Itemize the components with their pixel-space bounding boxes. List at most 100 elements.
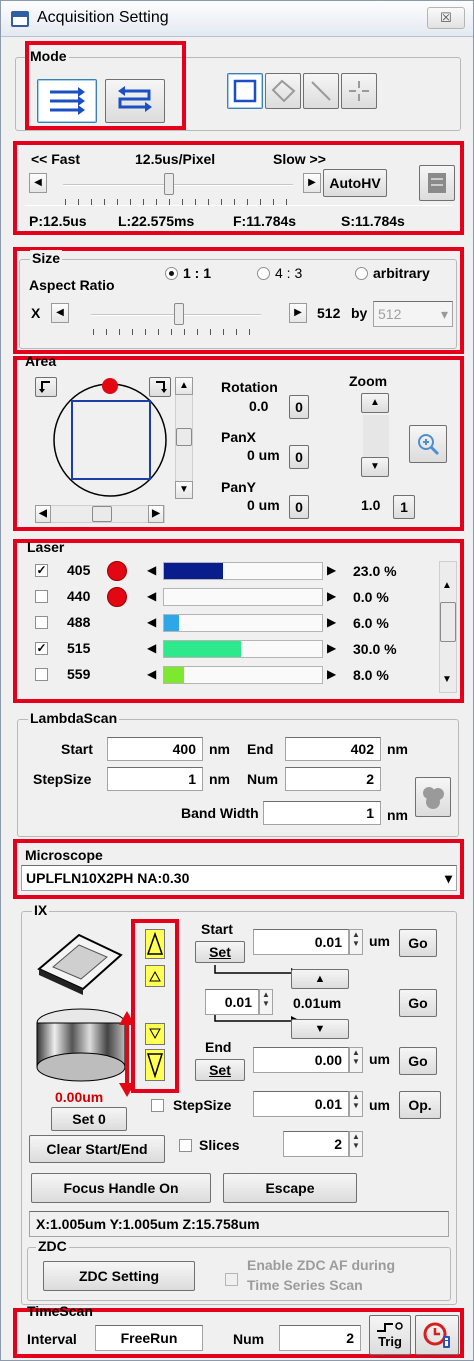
size-y-select[interactable]: 512 ▾ [373,301,453,327]
speed-aux-button[interactable] [419,165,455,201]
speed-right-button[interactable]: ▶ [303,173,321,193]
rectangle-roi-button[interactable] [227,73,263,109]
laser-left-button[interactable]: ◀ [147,667,156,681]
ix-step-up-button[interactable]: ▲ [291,969,349,989]
round-trip-scan-button[interactable] [105,79,165,123]
time-info-button[interactable] [415,1315,459,1355]
line-roi-button[interactable] [303,73,339,109]
rotation-reset-button[interactable]: 0 [289,395,309,419]
ix-start-go-button[interactable]: Go [399,929,437,957]
ix-stepsize-field[interactable]: 0.01 [253,1091,349,1117]
aspect-arbitrary-radio[interactable] [355,267,368,280]
speed-slider-track[interactable] [63,184,293,186]
lambda-num-field[interactable]: 2 [285,767,381,791]
laser-right-button[interactable]: ▶ [327,641,336,655]
ix-step-down-button[interactable]: ▼ [291,1019,349,1039]
focus-down-slow-button[interactable] [145,1023,165,1045]
lambda-aux-button[interactable] [415,777,451,817]
lambda-step-field[interactable]: 1 [107,767,203,791]
laser-left-button[interactable]: ◀ [147,615,156,629]
ix-op-button[interactable]: Op. [399,1091,441,1119]
speed-left-button[interactable]: ◀ [29,173,47,193]
pan-y-down-button[interactable]: ▼ [175,481,193,499]
laser-power-bar[interactable] [163,666,323,684]
focus-handle-button[interactable]: Focus Handle On [31,1173,211,1203]
ix-step-spinner[interactable]: ▲ ▼ [259,989,273,1015]
interval-field[interactable]: FreeRun [95,1325,203,1351]
laser-checkbox[interactable]: ✓ [35,642,48,655]
ix-set0-button[interactable]: Set 0 [51,1107,127,1131]
laser-right-button[interactable]: ▶ [327,563,336,577]
ix-end-go-button[interactable]: Go [399,1047,437,1075]
zoom-up-button[interactable]: ▲ [361,393,389,413]
pan-x-thumb[interactable] [92,506,112,522]
laser-power-bar[interactable] [163,640,323,658]
ix-slices-spinner[interactable]: ▲ ▼ [349,1131,363,1157]
pan-x-scrollbar[interactable]: ◀ ▶ [35,505,165,523]
laser-left-button[interactable]: ◀ [147,589,156,603]
close-button[interactable]: ☒ [427,7,465,29]
lambda-bw-field[interactable]: 1 [263,801,381,825]
ix-slices-field[interactable]: 2 [283,1131,349,1157]
ix-start-field[interactable]: 0.01 [253,929,349,955]
zoom-reset-button[interactable]: 1 [393,495,415,519]
pan-y-scrollbar[interactable]: ▲ ▼ [175,377,193,499]
focus-down-fast-button[interactable] [145,1049,165,1081]
laser-scroll-up-icon[interactable]: ▲ [442,580,452,591]
ix-stepsize-checkbox[interactable] [151,1099,164,1112]
timescan-num-field[interactable]: 2 [279,1325,361,1351]
laser-checkbox[interactable]: ✓ [35,564,48,577]
zdc-setting-button[interactable]: ZDC Setting [43,1261,195,1291]
point-roi-button[interactable] [341,73,377,109]
objective-select[interactable]: UPLFLN10X2PH NA:0.30 ▾ [21,865,457,891]
pan-x-right-button[interactable]: ▶ [148,505,164,523]
laser-power-bar[interactable] [163,588,323,606]
laser-checkbox[interactable] [35,668,48,681]
polygon-roi-button[interactable] [265,73,301,109]
size-slider-thumb[interactable] [174,303,184,325]
laser-scrollbar[interactable]: ▲ ▼ [439,561,457,693]
laser-scroll-thumb[interactable] [440,602,456,642]
ix-end-field[interactable]: 0.00 [253,1047,349,1073]
laser-scroll-down-icon[interactable]: ▼ [442,674,452,685]
aspect-1-1-radio[interactable] [165,267,178,280]
pan-y-thumb[interactable] [176,428,192,446]
size-right-button[interactable]: ▶ [289,303,307,323]
laser-left-button[interactable]: ◀ [147,563,156,577]
aspect-4-3-radio[interactable] [257,267,270,280]
ix-start-set-button[interactable]: Set [195,941,245,963]
panx-reset-button[interactable]: 0 [289,445,309,469]
laser-right-button[interactable]: ▶ [327,615,336,629]
ix-stepsize-spinner[interactable]: ▲ ▼ [349,1091,363,1117]
ix-end-set-button[interactable]: Set [195,1059,245,1081]
zoom-magnify-button[interactable] [409,425,447,463]
laser-checkbox[interactable] [35,590,48,603]
autohv-button[interactable]: AutoHV [323,169,387,197]
lambda-start-field[interactable]: 400 [107,737,203,761]
laser-power-bar[interactable] [163,562,323,580]
one-way-scan-button[interactable] [37,79,97,123]
ix-step-field[interactable]: 0.01 [205,989,259,1015]
laser-checkbox[interactable] [35,616,48,629]
zoom-slider-track[interactable] [363,415,389,457]
size-left-button[interactable]: ◀ [51,303,69,323]
pan-y-up-button[interactable]: ▲ [175,377,193,395]
clear-start-end-button[interactable]: Clear Start/End [29,1135,165,1163]
ix-step-go-button[interactable]: Go [399,989,437,1017]
laser-right-button[interactable]: ▶ [327,667,336,681]
escape-button[interactable]: Escape [223,1173,357,1203]
ix-slices-checkbox[interactable] [179,1139,192,1152]
ix-start-spinner[interactable]: ▲ ▼ [349,929,363,955]
laser-power-bar[interactable] [163,614,323,632]
zoom-down-button[interactable]: ▼ [361,457,389,477]
focus-up-fast-button[interactable] [145,929,165,959]
lambda-end-field[interactable]: 402 [285,737,381,761]
speed-slider-thumb[interactable] [164,173,174,195]
pany-reset-button[interactable]: 0 [289,495,309,519]
laser-right-button[interactable]: ▶ [327,589,336,603]
zdc-enable-checkbox[interactable] [225,1273,238,1286]
trigger-button[interactable]: Trig [369,1315,411,1355]
focus-up-slow-button[interactable] [145,965,165,987]
laser-left-button[interactable]: ◀ [147,641,156,655]
ix-end-spinner[interactable]: ▲ ▼ [349,1047,363,1073]
